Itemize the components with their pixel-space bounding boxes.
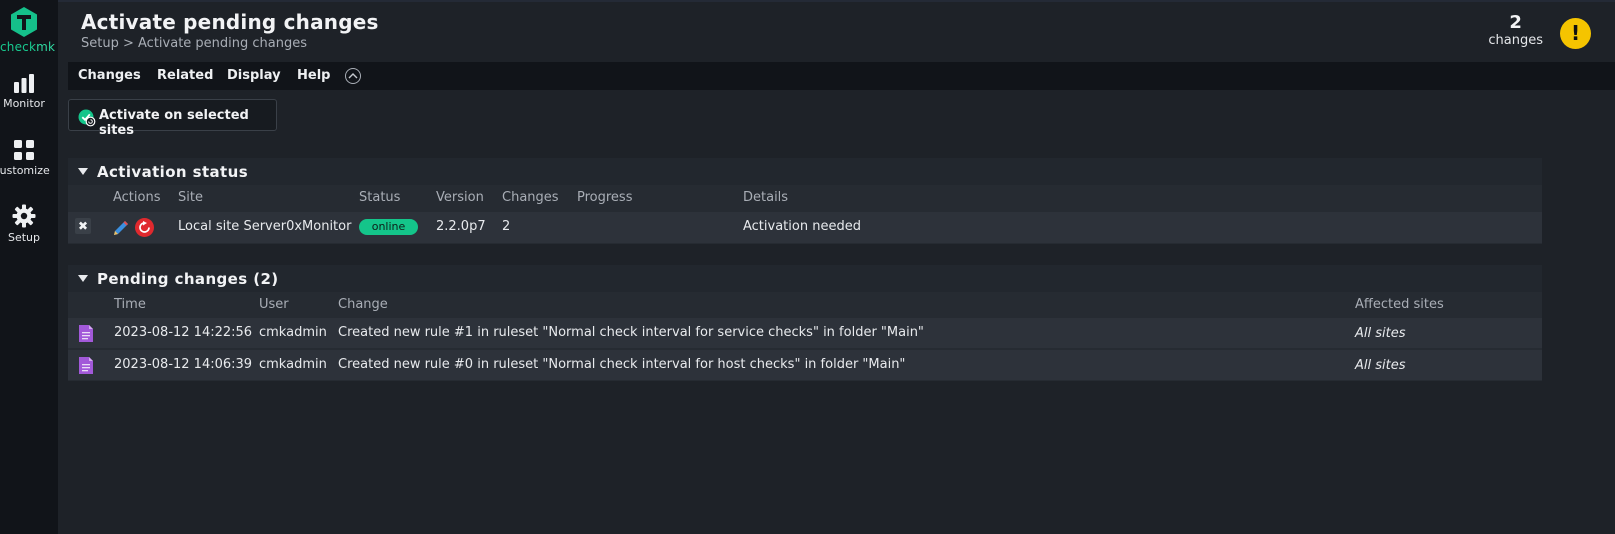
restart-icon[interactable] [135, 218, 154, 237]
sidebar-item-label: Monitor [3, 97, 45, 110]
checkmk-logo[interactable]: checkmk [0, 6, 56, 54]
column-header-actions: Actions [113, 190, 161, 205]
menu-display[interactable]: Display [227, 68, 281, 83]
bar-chart-icon [14, 74, 34, 93]
activate-selected-sites-button[interactable]: Activate on selected sites [68, 99, 277, 138]
page-title: Activate pending changes [81, 10, 379, 34]
breadcrumb-separator: > [118, 36, 139, 51]
document-icon[interactable] [79, 357, 93, 374]
grid-icon [14, 140, 34, 160]
column-header-progress: Progress [577, 190, 633, 205]
activation-status-header[interactable]: Activation status [68, 158, 1542, 185]
sidebar-item-customize[interactable]: Customize [0, 139, 50, 177]
activate-button-label: Activate on selected sites [99, 108, 249, 138]
pending-changes-section: Pending changes (2) Time User Change Aff… [68, 265, 1542, 381]
menu-help[interactable]: Help [297, 68, 330, 83]
menu-related[interactable]: Related [157, 68, 213, 83]
pending-changes-counter[interactable]: 2 changes [1488, 12, 1543, 49]
site-checkbox[interactable]: ✖ [75, 218, 91, 234]
gear-icon [12, 204, 36, 228]
section-title: Activation status [97, 163, 249, 181]
sidebar: checkmk Monitor Customize [0, 0, 58, 534]
change-time: 2023-08-12 14:06:39 [114, 357, 253, 372]
change-text: Created new rule #1 in ruleset "Normal c… [338, 325, 924, 340]
collapse-menu-button[interactable] [345, 68, 361, 84]
column-header-affected-sites: Affected sites [1355, 297, 1444, 312]
column-header-site: Site [178, 190, 203, 205]
site-details: Activation needed [743, 219, 861, 234]
activate-icon [78, 109, 96, 127]
sidebar-item-label: Setup [7, 231, 41, 244]
sidebar-item-label: Customize [0, 164, 50, 177]
change-time: 2023-08-12 14:22:56 [114, 325, 253, 340]
restart-arrow-icon [139, 221, 150, 233]
change-user: cmkadmin [259, 325, 327, 340]
table-row: ✖ Local site Server0xMonitor online 2.2.… [68, 212, 1542, 243]
changes-count: 2 [1509, 12, 1522, 33]
site-name: Local site Server0xMonitor [178, 219, 352, 234]
table-row: 2023-08-12 14:06:39 cmkadmin Created new… [68, 350, 1542, 380]
column-header-version: Version [436, 190, 484, 205]
chevron-up-icon [348, 73, 358, 79]
section-title: Pending changes (2) [97, 270, 279, 288]
column-header-user: User [259, 297, 289, 312]
collapse-triangle-icon [78, 168, 88, 175]
edit-pencil-icon[interactable] [112, 219, 130, 237]
site-version: 2.2.0p7 [436, 219, 486, 234]
document-icon[interactable] [79, 325, 93, 342]
change-affected-sites: All sites [1355, 358, 1406, 373]
sidebar-item-monitor[interactable]: Monitor [0, 74, 48, 110]
pending-changes-header[interactable]: Pending changes (2) [68, 265, 1542, 292]
breadcrumb-setup[interactable]: Setup [81, 36, 119, 51]
checkmk-logo-icon [11, 7, 37, 37]
breadcrumb-current[interactable]: Activate pending changes [138, 36, 307, 51]
menu-changes[interactable]: Changes [78, 68, 141, 83]
site-changes: 2 [502, 219, 511, 234]
logo-text: checkmk [0, 40, 56, 54]
column-header-status: Status [359, 190, 401, 205]
column-header-time: Time [114, 297, 146, 312]
column-header-change: Change [338, 297, 388, 312]
sidebar-item-setup[interactable]: Setup [0, 204, 48, 244]
status-badge: online [359, 219, 418, 235]
table-row: 2023-08-12 14:22:56 cmkadmin Created new… [68, 318, 1542, 348]
collapse-triangle-icon [78, 275, 88, 282]
exclamation-icon[interactable]: ! [1560, 18, 1591, 49]
page-header: Activate pending changes Setup > Activat… [58, 2, 1615, 62]
changes-label: changes [1488, 33, 1543, 48]
column-header-changes: Changes [502, 190, 559, 205]
column-header-details: Details [743, 190, 789, 205]
change-user: cmkadmin [259, 357, 327, 372]
change-affected-sites: All sites [1355, 326, 1406, 341]
breadcrumb: Setup > Activate pending changes [81, 36, 307, 51]
activation-status-section: Activation status Actions Site Status Ve… [68, 158, 1542, 244]
page-menu-bar: Changes Related Display Help [68, 62, 1615, 90]
change-text: Created new rule #0 in ruleset "Normal c… [338, 357, 906, 372]
